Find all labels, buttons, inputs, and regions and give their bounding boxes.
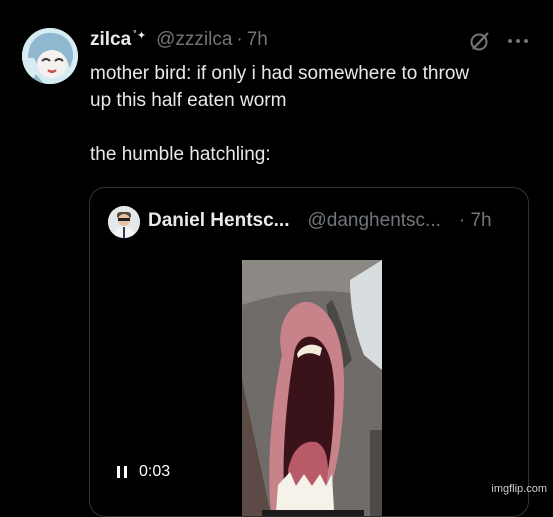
tweet-text-line: up this half eaten worm (90, 90, 287, 111)
quoted-tweet-header: Daniel Hentsc... @danghentsc... · 7h (148, 208, 492, 234)
separator-dot: · (236, 29, 243, 50)
tweet-header: zilca ˚✦ @zzzilca · 7h (90, 28, 268, 52)
tweet-text-line: the humble hatchling: (90, 144, 271, 165)
imgflip-watermark: imgflip.com (491, 483, 547, 495)
name-decoration: ˚✦ (133, 29, 147, 42)
video-playback-controls: 0:03 (115, 463, 170, 481)
quoted-author-handle[interactable]: @danghentsc... (308, 210, 441, 232)
video-frame (242, 260, 382, 516)
quoted-author-avatar[interactable] (108, 206, 140, 238)
grok-icon[interactable] (469, 30, 491, 52)
video-player[interactable] (242, 260, 382, 516)
quoted-author-display-name[interactable]: Daniel Hentsc... (148, 210, 290, 232)
author-handle[interactable]: @zzzilca (156, 29, 232, 51)
quoted-tweet-card[interactable]: Daniel Hentsc... @danghentsc... · 7h 0:0… (89, 187, 529, 517)
avatar-image (22, 28, 78, 84)
tweet-text-line: mother bird: if only i had somewhere to … (90, 63, 470, 84)
quoted-tweet-timestamp[interactable]: · 7h (459, 210, 492, 232)
pause-icon[interactable] (115, 465, 129, 479)
more-icon[interactable] (506, 32, 530, 50)
tweet-text: mother bird: if only i had somewhere to … (90, 60, 540, 168)
author-avatar[interactable] (22, 28, 78, 84)
video-elapsed-time: 0:03 (139, 463, 171, 480)
quoted-avatar-image (108, 206, 140, 238)
tweet-timestamp[interactable]: 7h (247, 29, 268, 51)
author-display-name[interactable]: zilca (90, 29, 131, 51)
